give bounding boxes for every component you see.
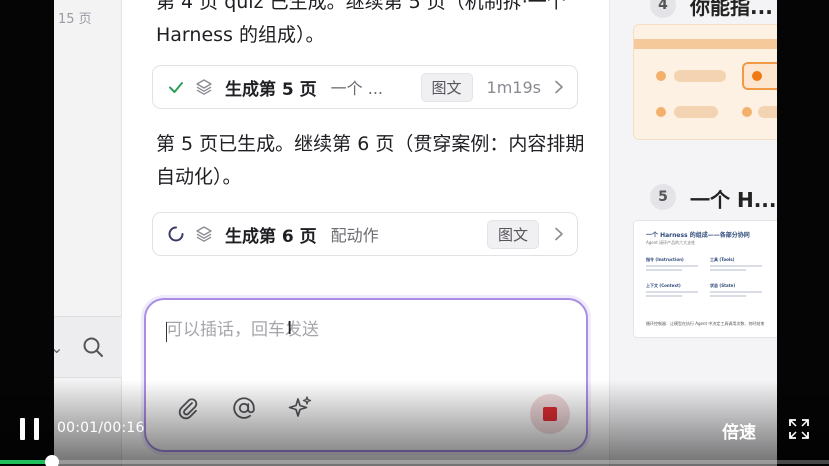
task-title: 生成第 6 页 <box>225 226 317 247</box>
thumbnail-title: 一个 Harness 的组成——各部分协同 <box>646 232 750 239</box>
task-description: 一个 ... <box>330 79 384 98</box>
text-caret <box>166 322 167 342</box>
slide-thumbnail[interactable]: 一个 Harness 的组成——各部分协同 Agent 闭环产品的六大支柱 指令… <box>633 220 777 338</box>
assistant-message: 第 4 页 quiz 已生成。继续第 5 页（机制拆·一个 Harness 的组… <box>156 0 566 46</box>
task-card[interactable]: 生成第 5 页 一个 ... 图文 1m19s <box>152 65 578 109</box>
task-description: 配动作 <box>330 226 379 245</box>
thumbnail-dot <box>656 71 666 81</box>
fullscreen-icon[interactable] <box>788 418 810 440</box>
chevron-down-icon[interactable]: ⌄ <box>54 338 63 357</box>
thumbnail-cell: 指令 (Instruction) <box>646 257 698 283</box>
search-icon[interactable] <box>82 336 104 358</box>
thumbnail-cell: 工具 (Tools) <box>710 257 762 283</box>
thumbnail-dot <box>656 107 666 117</box>
playback-time: 00:01/00:16 <box>57 420 145 436</box>
progress-handle[interactable] <box>44 455 59 466</box>
layers-icon <box>196 79 212 95</box>
text-cursor-icon: I <box>287 318 293 339</box>
pages-count: 15 页 <box>58 12 92 27</box>
slide-thumbnail[interactable] <box>633 24 777 140</box>
chevron-right-icon[interactable] <box>553 80 565 94</box>
task-type-badge: 图文 <box>420 72 473 102</box>
task-title: 生成第 5 页 <box>225 79 317 100</box>
progress-bar[interactable] <box>0 455 829 466</box>
layers-icon <box>196 226 212 242</box>
task-duration: 1m19s <box>486 77 541 97</box>
slide-number: 4 <box>650 0 676 18</box>
pause-button[interactable] <box>20 418 40 440</box>
thumbnail-cell: 状态 (State) <box>710 283 762 309</box>
thumbnail-cell: 上下文 (Context) <box>646 283 698 309</box>
slide-title: 你能指... <box>690 0 773 19</box>
assistant-message: 第 5 页已生成。继续第 6 页（贯穿案例：内容排期自动化）。 <box>156 133 585 188</box>
thumbnail-header-bar <box>634 39 777 49</box>
spinner-icon <box>167 225 185 243</box>
thumbnail-subtitle: Agent 闭环产品的六大支柱 <box>646 240 696 245</box>
task-type-badge: 图文 <box>486 219 539 249</box>
thumbnail-line <box>674 106 718 118</box>
playback-speed-button[interactable]: 倍速 <box>722 418 756 443</box>
thumbnail-dot <box>742 107 752 117</box>
thumbnail-highlight <box>742 62 777 90</box>
chevron-right-icon[interactable] <box>553 227 565 241</box>
slide-title: 一个 H... <box>690 188 777 212</box>
check-icon <box>167 78 185 96</box>
task-card[interactable]: 生成第 6 页 配动作 图文 <box>152 212 578 256</box>
pause-icon <box>20 418 25 440</box>
thumbnail-line <box>758 106 777 118</box>
slide-number: 5 <box>650 184 676 210</box>
thumbnail-line <box>674 70 726 82</box>
thumbnail-footer: 循环控制器：让模型在执行 Agent 中决定工具调用次数、何时结束 <box>646 321 765 326</box>
message-input[interactable] <box>166 320 546 340</box>
